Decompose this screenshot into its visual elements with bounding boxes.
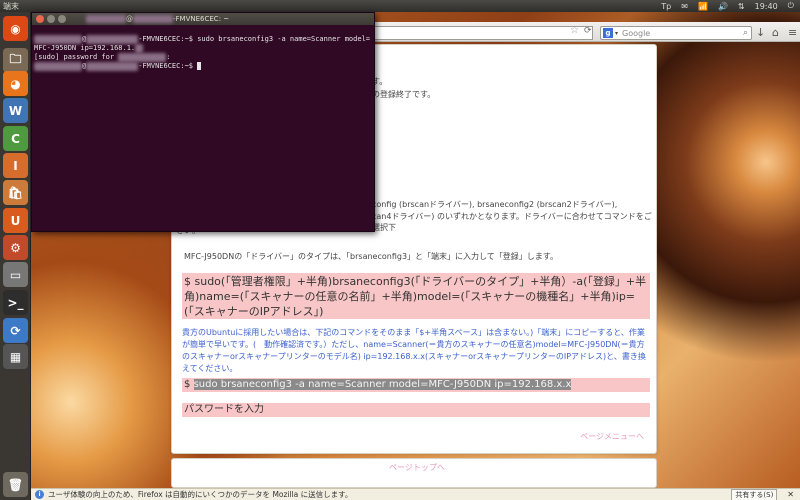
footer-card: ページトップへ (171, 458, 657, 488)
page-top-link[interactable]: ページトップへ (389, 462, 445, 473)
notification-bar: i ユーザ体験の向上のため、Firefox は自動的にいくつかのデータを Moz… (31, 488, 800, 500)
firefox-icon[interactable]: ◕ (3, 71, 28, 96)
terminal-icon[interactable]: >_ (3, 290, 28, 315)
search-placeholder: Google (622, 28, 651, 38)
command-template: $ sudo(「管理者権限」+半角)brsaneconfig3(「ドライバーのタ… (184, 275, 647, 318)
blue-instruction: 貴方のUbuntuに採用したい場合は、下記のコマンドをそのまま「$+半角スペース… (182, 328, 646, 373)
terminal-cursor (197, 62, 202, 70)
engine-dropdown-icon[interactable]: ▾ (615, 30, 618, 37)
launcher: ◉ 🗀 ◕ W C I 🛍 U ⚙ ▭ >_ ⟳ ▦ 🗑 (0, 12, 31, 500)
info-icon: i (35, 490, 44, 499)
maximize-button[interactable] (58, 15, 66, 23)
settings-icon[interactable]: ⚙ (3, 235, 28, 260)
mail-indicator-icon[interactable]: ✉ (681, 2, 688, 11)
transfer-indicator-icon[interactable]: ⇅ (738, 2, 745, 11)
workspace-icon[interactable]: ▦ (3, 344, 28, 369)
text-fragment: can4ドライバー) のいずれかとなります。ドライバーに合わせてコマンドをご選択… (372, 212, 652, 232)
selected-command[interactable]: sudo brsaneconfig3 -a name=Scanner model… (193, 379, 572, 390)
software-center-icon[interactable]: 🛍 (3, 180, 28, 205)
close-button[interactable] (36, 15, 44, 23)
terminal-window[interactable]: x@x-FMVNE6CEC: ~ x@x-FMVNE6CEC:~$ sudo b… (31, 12, 375, 232)
indicator-area: Tp ✉ 📶 🔊 ⇅ 19:40 ⏻ (661, 1, 800, 11)
terminal-line: x@x-FMVNE6CEC:~$ (34, 62, 372, 71)
notification-message: ユーザ体験の向上のため、Firefox は自動的にいくつかのデータを Mozil… (48, 490, 353, 499)
active-app-title: 端末 (3, 1, 19, 11)
terminal-line: MFC-J950DN ip=192.168.1.x (34, 44, 372, 53)
minimize-button[interactable] (47, 15, 55, 23)
password-box: パスワードを入力 (182, 403, 650, 417)
url-bar[interactable] (375, 26, 593, 40)
reload-icon[interactable]: ⟳ (584, 26, 592, 36)
clock[interactable]: 19:40 (755, 2, 778, 11)
terminal-output[interactable]: x@x-FMVNE6CEC:~$ sudo brsaneconfig3 -a n… (32, 25, 374, 90)
search-icon[interactable]: ⌕ (743, 28, 748, 38)
keyboard-indicator-icon[interactable]: Tp (661, 2, 671, 11)
update-icon[interactable]: ⟳ (3, 318, 28, 343)
impress-icon[interactable]: I (3, 153, 28, 178)
password-instruction: パスワードを入力 (184, 404, 264, 415)
share-button[interactable]: 共有する(S) (731, 488, 778, 500)
trash-icon[interactable]: 🗑 (3, 472, 28, 497)
search-bar[interactable]: g ▾ Google ⌕ (600, 26, 752, 40)
writer-icon[interactable]: W (3, 98, 28, 123)
terminal-line: [sudo] password for x: (34, 53, 171, 62)
google-icon[interactable]: g (603, 28, 613, 38)
top-panel: 端末 Tp ✉ 📶 🔊 ⇅ 19:40 ⏻ (0, 0, 800, 12)
terminal-titlebar[interactable]: x@x-FMVNE6CEC: ~ (32, 13, 374, 25)
power-icon[interactable]: ⏻ (788, 1, 794, 11)
volume-indicator-icon[interactable]: 🔊 (718, 2, 728, 11)
window-controls (36, 15, 66, 23)
terminal-line: x@x-FMVNE6CEC:~$ sudo brsaneconfig3 -a n… (34, 35, 372, 44)
scanner-icon[interactable]: ▭ (3, 262, 28, 287)
command-box: $ sudo brsaneconfig3 -a name=Scanner mod… (182, 378, 650, 392)
ubuntu-dash-icon[interactable]: ◉ (3, 16, 28, 41)
menu-icon[interactable]: ≡ (788, 26, 797, 39)
text-fragment: config (brscanドライバー), brsaneconfig2 (brs… (372, 200, 618, 209)
calc-icon[interactable]: C (3, 126, 28, 151)
command-dollar: $ (184, 379, 191, 390)
ubuntu-one-icon[interactable]: U (3, 208, 28, 233)
bookmark-star-icon[interactable]: ☆ (570, 25, 579, 36)
download-icon[interactable]: ↓ (756, 26, 765, 39)
text-fragment: の登録終了です。 (372, 90, 436, 99)
close-notification-icon[interactable]: ✕ (787, 490, 794, 499)
command-template-box: $ sudo(「管理者権限」+半角)brsaneconfig3(「ドライバーのタ… (182, 273, 650, 319)
page-menu-link[interactable]: ページメニューへ (580, 431, 644, 442)
terminal-title: x@x-FMVNE6CEC: ~ (86, 15, 229, 23)
network-indicator-icon[interactable]: 📶 (698, 2, 708, 11)
files-icon[interactable]: 🗀 (3, 48, 28, 73)
driver-note: MFC-J950DNの「ドライバー」のタイプは、「brsaneconfig3」と… (184, 252, 558, 261)
home-icon[interactable]: ⌂ (772, 26, 779, 39)
